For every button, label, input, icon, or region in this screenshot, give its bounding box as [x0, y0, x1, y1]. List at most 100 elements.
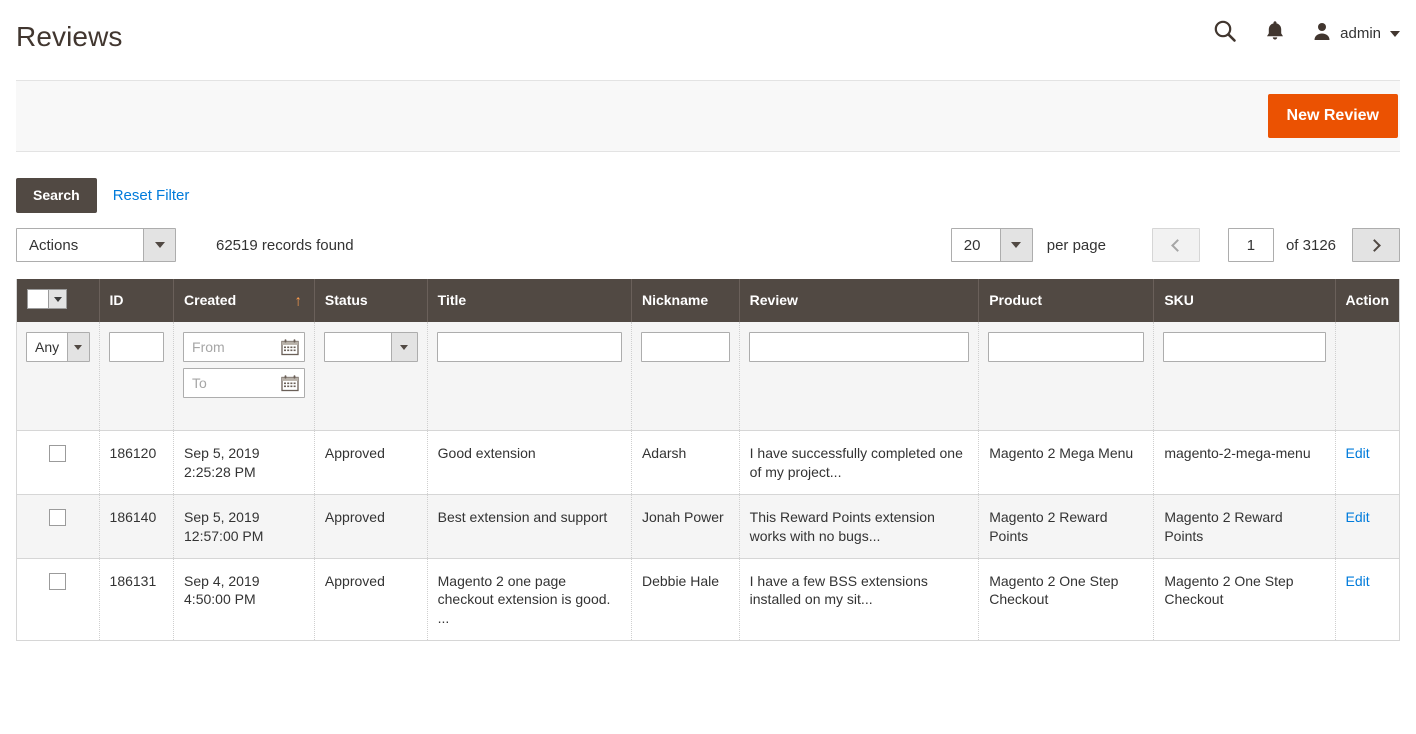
search-button[interactable]: Search: [16, 178, 97, 213]
header-tools: admin: [1212, 18, 1400, 49]
per-page-value: 20: [963, 236, 981, 254]
massaction-row: Actions 62519 records found 20 per page …: [16, 227, 1400, 263]
per-page-label: per page: [1046, 236, 1106, 254]
page-actions-bar: New Review: [16, 80, 1400, 152]
chevron-down-icon[interactable]: [143, 229, 175, 261]
product-filter-input[interactable]: [988, 332, 1145, 362]
filter-cell-massaction: Any: [16, 322, 100, 431]
filter-cell-created: [173, 322, 315, 431]
admin-user-menu[interactable]: admin: [1312, 21, 1400, 46]
status-filter-select[interactable]: [323, 332, 418, 362]
search-icon[interactable]: [1212, 18, 1238, 49]
cell-review: I have a few BSS extensions installed on…: [739, 558, 980, 642]
records-found-label: 62519 records found: [216, 236, 354, 254]
select-all-checkbox-dropdown[interactable]: [27, 289, 67, 309]
table-header-row: ID Created ↑ Status Title Nickname Revie…: [16, 279, 1400, 322]
page-header: Reviews admin: [0, 0, 1416, 80]
review-filter-input[interactable]: [748, 332, 970, 362]
user-avatar-icon: [1312, 21, 1332, 46]
edit-link[interactable]: Edit: [1346, 445, 1370, 461]
page-number-input[interactable]: [1227, 228, 1274, 262]
filter-cell-nickname: [631, 322, 740, 431]
column-header-nickname[interactable]: Nickname: [631, 279, 740, 322]
column-header-id[interactable]: ID: [99, 279, 175, 322]
reset-filter-link[interactable]: Reset Filter: [113, 187, 190, 204]
chevron-down-icon: [1390, 30, 1400, 37]
cell-nickname: Jonah Power: [631, 494, 740, 559]
cell-title: Best extension and support: [427, 494, 632, 559]
actions-select[interactable]: Actions: [16, 228, 176, 262]
cell-product: Magento 2 Mega Menu: [978, 430, 1155, 495]
chevron-left-icon: [1171, 238, 1184, 252]
cell-id: 186140: [99, 494, 175, 559]
cell-sku: Magento 2 Reward Points: [1153, 494, 1336, 559]
cell-nickname: Adarsh: [631, 430, 740, 495]
cell-sku: magento-2-mega-menu: [1153, 430, 1336, 495]
cell-title: Magento 2 one page checkout extension is…: [427, 558, 632, 642]
filter-cell-product: [978, 322, 1155, 431]
sku-filter-input[interactable]: [1163, 332, 1326, 362]
filter-cell-title: [427, 322, 632, 431]
cell-action: Edit: [1335, 494, 1400, 559]
cell-review: I have successfully completed one of my …: [739, 430, 980, 495]
cell-product: Magento 2 Reward Points: [978, 494, 1155, 559]
chevron-down-icon[interactable]: [48, 290, 66, 308]
chevron-down-icon[interactable]: [67, 333, 89, 361]
bell-icon[interactable]: [1264, 19, 1286, 48]
massaction-filter-select[interactable]: Any: [26, 332, 90, 362]
next-page-button[interactable]: [1352, 228, 1400, 262]
edit-link[interactable]: Edit: [1346, 509, 1370, 525]
cell-id: 186120: [99, 430, 175, 495]
cell-action: Edit: [1335, 430, 1400, 495]
cell-created: Sep 5, 2019 12:57:00 PM: [173, 494, 315, 559]
filter-actions: Search Reset Filter: [16, 152, 1400, 213]
reviews-table: ID Created ↑ Status Title Nickname Revie…: [16, 279, 1400, 642]
calendar-icon[interactable]: [281, 375, 299, 392]
row-checkbox[interactable]: [49, 572, 67, 590]
per-page-select[interactable]: 20: [950, 228, 1033, 262]
id-filter-input[interactable]: [108, 332, 165, 362]
massaction-filter-value: Any: [35, 339, 60, 355]
column-header-action: Action: [1335, 279, 1400, 322]
table-row: 186131 Sep 4, 2019 4:50:00 PM Approved Mage…: [16, 558, 1400, 642]
cell-status: Approved: [314, 558, 428, 642]
column-header-status[interactable]: Status: [314, 279, 428, 322]
select-all-checkbox[interactable]: [28, 290, 48, 308]
filter-cell-sku: [1153, 322, 1336, 431]
cell-title: Good extension: [427, 430, 632, 495]
created-from-field: [183, 332, 305, 362]
new-review-button[interactable]: New Review: [1267, 93, 1398, 139]
total-pages-label: of 3126: [1285, 236, 1336, 254]
calendar-icon[interactable]: [281, 339, 299, 356]
edit-link[interactable]: Edit: [1346, 573, 1370, 589]
filter-row: Any: [16, 322, 1400, 431]
column-header-select-all[interactable]: [16, 279, 100, 322]
column-header-created[interactable]: Created ↑: [173, 279, 315, 322]
chevron-right-icon: [1368, 238, 1381, 252]
column-header-product[interactable]: Product: [978, 279, 1155, 322]
column-header-review[interactable]: Review: [739, 279, 980, 322]
row-checkbox[interactable]: [49, 508, 67, 526]
table-body: 186120 Sep 5, 2019 2:25:28 PM Approved Good…: [16, 430, 1400, 642]
table-row: 186120 Sep 5, 2019 2:25:28 PM Approved Good…: [16, 430, 1400, 495]
filter-cell-action: [1335, 322, 1400, 431]
previous-page-button[interactable]: [1151, 228, 1200, 262]
cell-nickname: Debbie Hale: [631, 558, 740, 642]
row-checkbox[interactable]: [49, 445, 67, 462]
column-header-sku[interactable]: SKU: [1153, 279, 1336, 322]
page-title: Reviews: [16, 21, 123, 52]
cell-sku: Magento 2 One Step Checkout: [1153, 558, 1336, 642]
cell-status: Approved: [314, 430, 428, 495]
column-header-title[interactable]: Title: [427, 279, 632, 322]
status-filter-value: [325, 333, 391, 361]
sort-ascending-icon: ↑: [294, 292, 302, 309]
table-row: 186140 Sep 5, 2019 12:57:00 PM Approved Bes…: [16, 494, 1400, 559]
title-filter-input[interactable]: [436, 332, 622, 362]
actions-select-value: Actions: [29, 236, 79, 254]
chevron-down-icon[interactable]: [999, 229, 1032, 261]
created-to-field: [183, 368, 305, 398]
nickname-filter-input[interactable]: [640, 332, 730, 362]
cell-review: This Reward Points extension works with …: [739, 494, 980, 559]
filter-cell-status: [314, 322, 428, 431]
chevron-down-icon[interactable]: [390, 333, 417, 361]
